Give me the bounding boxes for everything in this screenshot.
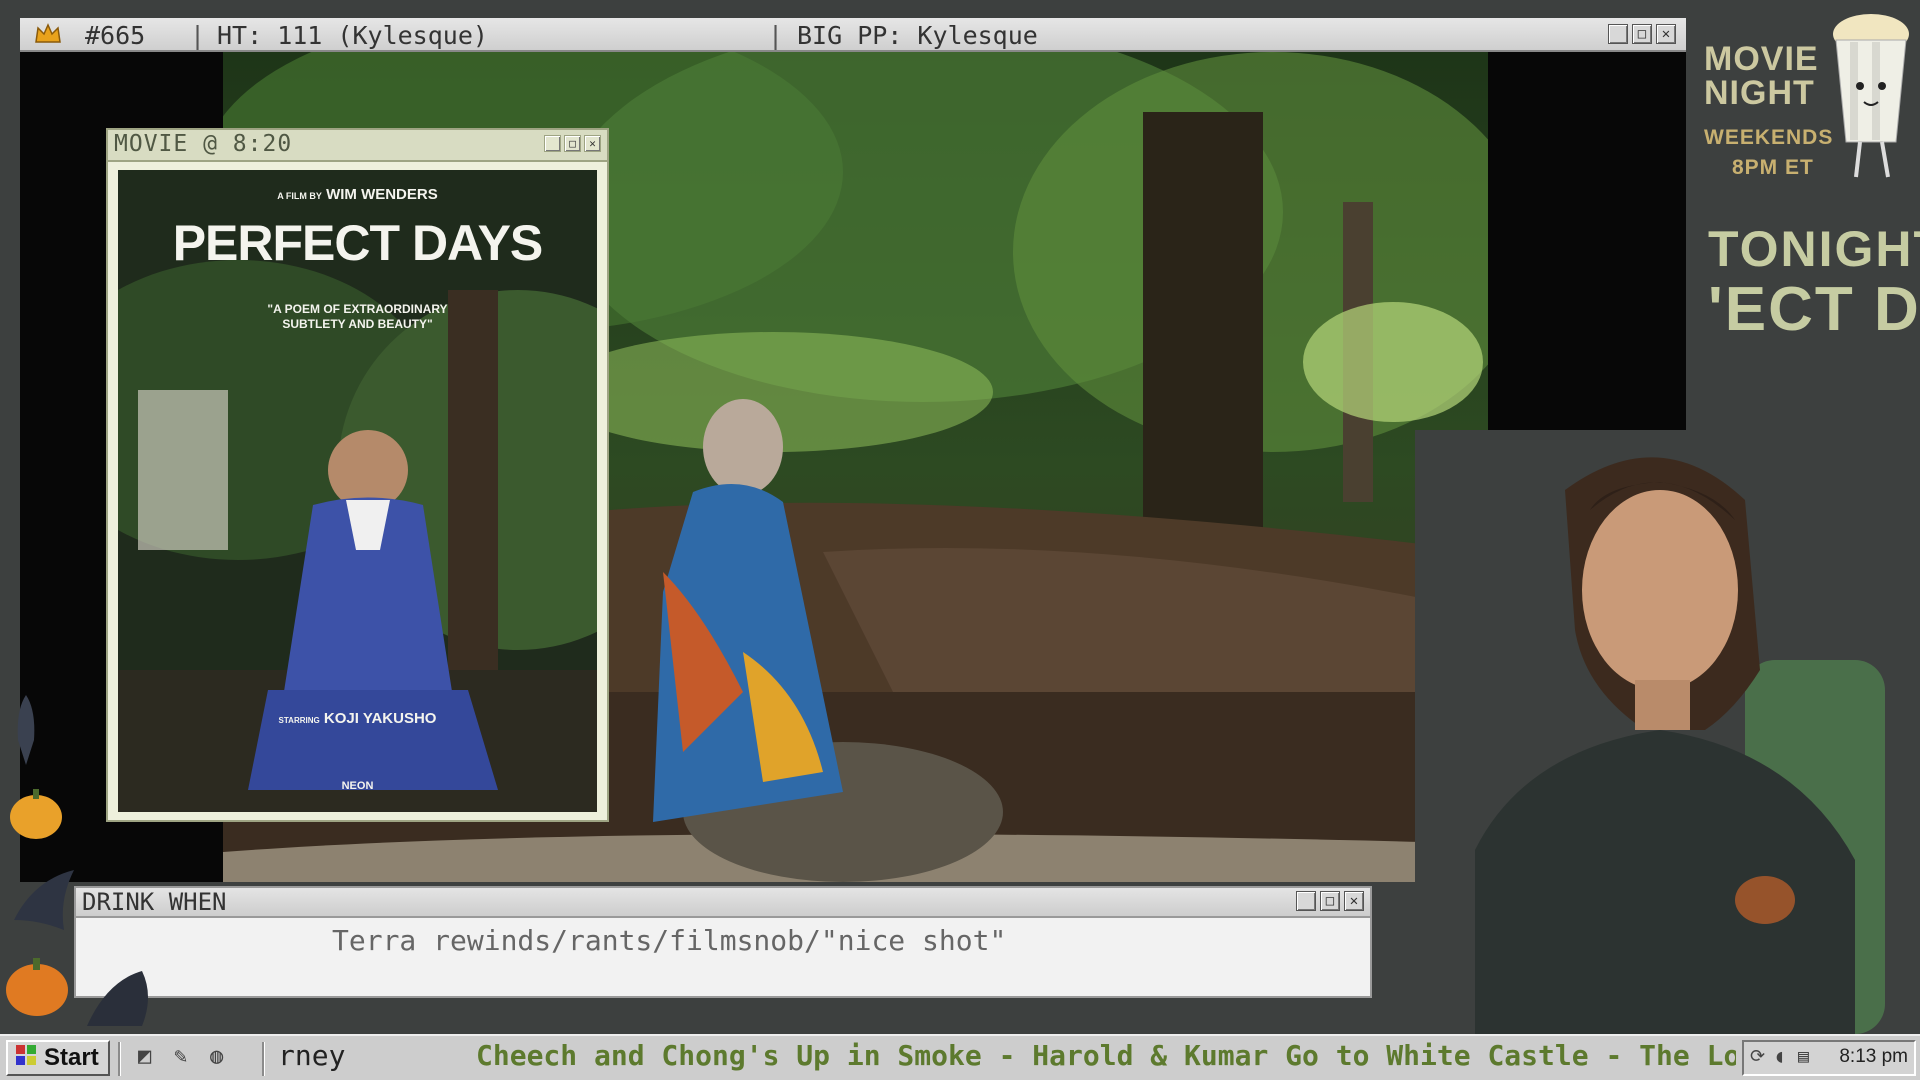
start-logo-icon bbox=[14, 1043, 38, 1074]
movie-ticker: Cheech and Chong's Up in Smoke - Harold … bbox=[476, 1039, 1736, 1072]
tray-icon-3[interactable]: ▤ bbox=[1798, 1046, 1809, 1067]
ht-text: HT: 111 (Kylesque) bbox=[217, 21, 488, 50]
movie-night-night: NIGHT bbox=[1704, 74, 1815, 112]
clock: 8:13 pm bbox=[1839, 1046, 1908, 1067]
drink-rule-text: Terra rewinds/rants/filmsnob/"nice shot" bbox=[332, 924, 1007, 957]
poster-director: WIM WENDERS bbox=[326, 186, 438, 203]
system-tray: ⟳ ◖ ▤ 8:13 pm bbox=[1742, 1040, 1916, 1076]
poster-window-titlebar[interactable]: MOVIE @ 8:20 □ ✕ bbox=[108, 130, 607, 162]
poster-title: PERFECT DAYS bbox=[172, 215, 544, 271]
poster-quote-line2: SUBTLETY AND BEAUTY" bbox=[282, 317, 433, 331]
drink-when-window: DRINK WHEN □ ✕ Terra rewinds/rants/films… bbox=[74, 886, 1372, 998]
poster-window-title: MOVIE @ 8:20 bbox=[114, 131, 293, 157]
poster-director-prefix: A FILM BY bbox=[277, 191, 322, 201]
poster-distributor: NEON bbox=[341, 780, 374, 792]
quicklaunch-icon-1[interactable]: ◩ bbox=[138, 1044, 151, 1069]
pumpkin-icon bbox=[8, 785, 64, 845]
crow-icon bbox=[82, 966, 162, 1040]
poster-star: KOJI YAKUSHO bbox=[323, 710, 437, 727]
poster-starring-prefix: STARRING bbox=[278, 716, 320, 725]
minimize-icon[interactable] bbox=[544, 135, 561, 152]
tonight-title: 'ECT DAY bbox=[1708, 275, 1920, 344]
movie-night-time: 8PM ET bbox=[1732, 156, 1814, 179]
close-icon[interactable]: ✕ bbox=[584, 135, 601, 152]
maximize-icon[interactable]: □ bbox=[1632, 24, 1652, 44]
popcorn-icon bbox=[1826, 12, 1916, 191]
drink-window-title: DRINK WHEN bbox=[82, 888, 227, 916]
taskbar-window-button[interactable]: rney bbox=[278, 1039, 345, 1072]
top-status-bar: #665 | HT: 111 (Kylesque) | BIG PP: Kyle… bbox=[20, 18, 1686, 52]
taskbar-separator bbox=[118, 1042, 121, 1076]
counter-text: #665 bbox=[85, 21, 146, 50]
tray-icon-1[interactable]: ⟳ bbox=[1750, 1046, 1765, 1067]
tray-icon-2[interactable]: ◖ bbox=[1774, 1046, 1785, 1067]
start-button[interactable]: Start bbox=[6, 1040, 110, 1076]
big-pp-text: BIG PP: Kylesque bbox=[797, 21, 1038, 50]
divider-1: | bbox=[190, 21, 206, 50]
start-label: Start bbox=[44, 1044, 99, 1071]
quicklaunch-icon-2[interactable]: ✎ bbox=[174, 1044, 187, 1069]
close-icon[interactable]: ✕ bbox=[1344, 891, 1364, 911]
maximize-icon[interactable]: □ bbox=[564, 135, 581, 152]
quicklaunch-icon-3[interactable]: ◍ bbox=[210, 1044, 223, 1069]
minimize-icon[interactable] bbox=[1296, 891, 1316, 911]
taskbar-separator bbox=[262, 1042, 265, 1076]
crow-icon bbox=[4, 860, 84, 944]
tonight-label: TONIGHT: bbox=[1708, 221, 1920, 277]
webcam-feed bbox=[1415, 430, 1920, 1034]
close-icon[interactable]: ✕ bbox=[1656, 24, 1676, 44]
drink-window-titlebar[interactable]: DRINK WHEN □ ✕ bbox=[76, 888, 1370, 918]
maximize-icon[interactable]: □ bbox=[1320, 891, 1340, 911]
poster-quote-line1: "A POEM OF EXTRAORDINARY bbox=[267, 302, 448, 316]
crow-icon bbox=[6, 690, 46, 774]
pumpkin-icon bbox=[4, 952, 70, 1022]
poster-window: MOVIE @ 8:20 □ ✕ A FILM BY WIM WENDERS P… bbox=[106, 128, 609, 822]
minimize-icon[interactable] bbox=[1608, 24, 1628, 44]
movie-poster: A FILM BY WIM WENDERS PERFECT DAYS "A PO… bbox=[118, 170, 597, 812]
divider-2: | bbox=[768, 21, 784, 50]
crown-icon bbox=[34, 22, 62, 50]
movie-night-weekends: WEEKENDS bbox=[1704, 126, 1834, 149]
taskbar: Start ◩ ✎ ◍ rney Cheech and Chong's Up i… bbox=[0, 1034, 1920, 1080]
